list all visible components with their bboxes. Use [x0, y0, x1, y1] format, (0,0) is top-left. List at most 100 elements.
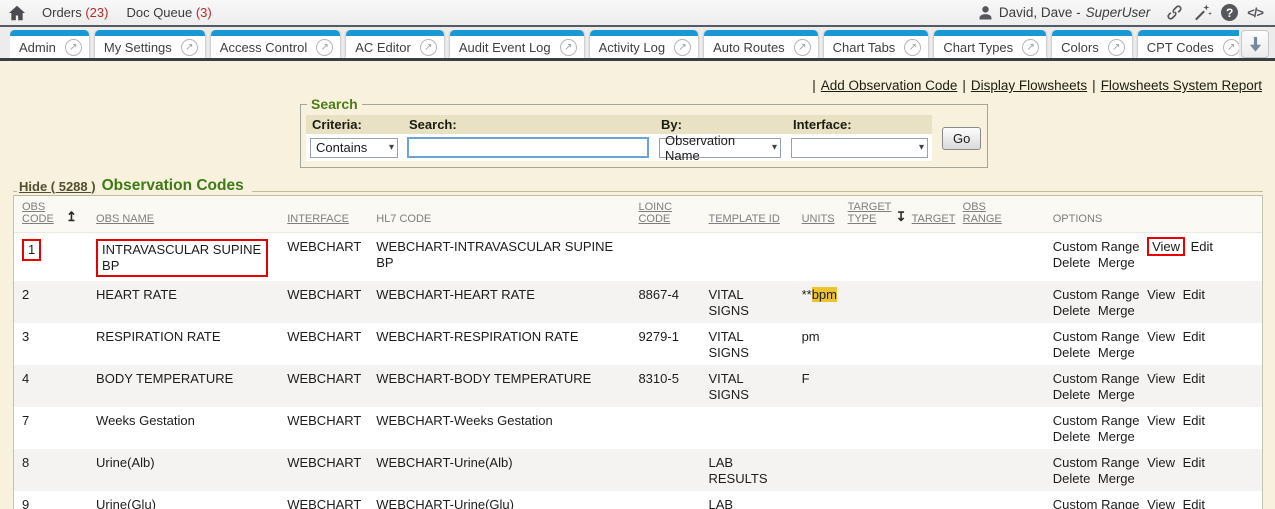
quick-link-add-observation-code[interactable]: Add Observation Code: [821, 78, 958, 93]
tab-label: Chart Tabs: [833, 40, 896, 55]
tab-label: CPT Codes: [1147, 40, 1214, 55]
option-edit[interactable]: Edit: [1183, 371, 1205, 386]
option-custom-range[interactable]: Custom Range: [1053, 329, 1140, 344]
cell-target: [904, 281, 955, 323]
option-view[interactable]: View: [1147, 455, 1175, 470]
open-in-new-window-icon[interactable]: ↗: [181, 39, 198, 56]
option-delete[interactable]: Delete: [1053, 255, 1091, 270]
open-in-new-window-icon[interactable]: ↗: [904, 39, 921, 56]
column-label-interface[interactable]: INTERFACE: [287, 213, 349, 225]
open-in-new-window-icon[interactable]: ↗: [560, 39, 577, 56]
tab-chart-tabs[interactable]: Chart Tabs ↗: [824, 30, 929, 58]
sort-ascending-icon[interactable]: ↥: [66, 209, 77, 224]
option-custom-range[interactable]: Custom Range: [1053, 239, 1140, 254]
option-custom-range[interactable]: Custom Range: [1053, 371, 1140, 386]
by-select[interactable]: Observation Name ▾: [659, 138, 781, 158]
cell-sort_desc: [888, 281, 904, 323]
options-links: Custom Range View Edit Delete Merge: [1053, 329, 1254, 361]
option-view[interactable]: View: [1147, 497, 1175, 509]
tab-auto-routes[interactable]: Auto Routes↗: [704, 30, 818, 58]
tab-colors[interactable]: Colors↗: [1052, 30, 1132, 58]
column-header-hl7_code: HL7 CODE: [368, 196, 630, 233]
sort-descending-icon[interactable]: ↧: [896, 209, 907, 224]
option-merge[interactable]: Merge: [1098, 429, 1135, 444]
help-icon[interactable]: ?: [1221, 4, 1238, 21]
cell-obs_name: INTRAVASCULAR SUPINE BP: [88, 233, 279, 282]
open-in-new-window-icon[interactable]: ↗: [1108, 39, 1125, 56]
column-label-target_type[interactable]: TARGET TYPE: [848, 201, 892, 225]
option-merge[interactable]: Merge: [1098, 471, 1135, 486]
criteria-select[interactable]: Contains ▾: [310, 138, 398, 158]
open-in-new-window-icon[interactable]: ↗: [316, 39, 333, 56]
hl7-code-text: WEBCHART-INTRAVASCULAR SUPINE BP: [376, 239, 618, 271]
option-view[interactable]: View: [1147, 371, 1175, 386]
column-label-obs_range[interactable]: OBS RANGE: [963, 201, 1007, 225]
wand-icon[interactable]: [1193, 3, 1212, 22]
topbar-nav-doc-queue[interactable]: Doc Queue (3): [126, 5, 211, 20]
column-label-obs_name[interactable]: OBS NAME: [96, 213, 154, 225]
option-merge[interactable]: Merge: [1098, 255, 1135, 270]
option-delete[interactable]: Delete: [1053, 387, 1091, 402]
option-view[interactable]: View: [1147, 237, 1185, 256]
option-custom-range[interactable]: Custom Range: [1053, 455, 1140, 470]
column-label-target[interactable]: TARGET: [912, 213, 956, 225]
column-label-template_id[interactable]: TEMPLATE ID: [709, 213, 780, 225]
go-button[interactable]: Go: [942, 127, 981, 150]
option-view[interactable]: View: [1147, 287, 1175, 302]
open-in-new-window-icon[interactable]: ↗: [420, 39, 437, 56]
option-delete[interactable]: Delete: [1053, 345, 1091, 360]
option-edit[interactable]: Edit: [1183, 455, 1205, 470]
option-edit[interactable]: Edit: [1183, 413, 1205, 428]
option-merge[interactable]: Merge: [1098, 387, 1135, 402]
hide-link[interactable]: Hide ( 5288 ): [19, 179, 96, 194]
template-id-text: VITAL SIGNS: [709, 371, 779, 403]
option-merge[interactable]: Merge: [1098, 303, 1135, 318]
open-in-new-window-icon[interactable]: ↗: [1223, 39, 1239, 56]
option-edit[interactable]: Edit: [1183, 287, 1205, 302]
code-icon[interactable]: </>: [1247, 5, 1263, 20]
option-custom-range[interactable]: Custom Range: [1053, 497, 1140, 509]
link-icon[interactable]: [1165, 3, 1184, 22]
option-delete[interactable]: Delete: [1053, 471, 1091, 486]
option-delete[interactable]: Delete: [1053, 429, 1091, 444]
option-custom-range[interactable]: Custom Range: [1053, 413, 1140, 428]
tab-admin[interactable]: Admin↗: [10, 30, 89, 58]
cell-sort_desc: [888, 407, 904, 449]
tab-ac-editor[interactable]: AC Editor↗: [346, 30, 444, 58]
option-edit[interactable]: Edit: [1183, 497, 1205, 509]
option-custom-range[interactable]: Custom Range: [1053, 287, 1140, 302]
option-view[interactable]: View: [1147, 413, 1175, 428]
interface-select[interactable]: ▾: [791, 138, 928, 158]
tab-scroll-button[interactable]: [1241, 30, 1269, 58]
option-delete[interactable]: Delete: [1053, 303, 1091, 318]
quick-link-flowsheets-system-report[interactable]: Flowsheets System Report: [1101, 78, 1262, 93]
open-in-new-window-icon[interactable]: ↗: [1022, 39, 1039, 56]
tab-activity-log[interactable]: Activity Log↗: [590, 30, 698, 58]
option-edit[interactable]: Edit: [1183, 329, 1205, 344]
cell-template_id: VITAL SIGNS: [701, 281, 794, 323]
home-button[interactable]: [8, 5, 26, 21]
tab-access-control[interactable]: Access Control↗: [211, 30, 340, 58]
open-in-new-window-icon[interactable]: ↗: [65, 39, 82, 56]
option-edit[interactable]: Edit: [1191, 239, 1213, 254]
option-merge[interactable]: Merge: [1098, 345, 1135, 360]
open-in-new-window-icon[interactable]: ↗: [674, 39, 691, 56]
tab-cpt-codes[interactable]: CPT Codes ↗: [1138, 30, 1239, 58]
open-in-new-window-icon[interactable]: ↗: [794, 39, 811, 56]
column-label-obs_code[interactable]: OBS CODE: [22, 201, 54, 225]
topbar-nav-orders[interactable]: Orders (23): [42, 5, 108, 20]
column-label-units[interactable]: UNITS: [802, 213, 835, 225]
option-view[interactable]: View: [1147, 329, 1175, 344]
column-label-loinc_code[interactable]: LOINC CODE: [638, 201, 672, 225]
cell-target: [904, 491, 955, 509]
tab-bar: Admin↗My Settings↗Access Control↗AC Edit…: [0, 27, 1275, 61]
codes-panel-header: Hide ( 5288 ) Observation Codes: [13, 177, 1263, 195]
options-links: Custom Range View Edit Delete Merge: [1053, 371, 1254, 403]
search-input[interactable]: [407, 137, 649, 158]
tab-my-settings[interactable]: My Settings↗: [95, 30, 205, 58]
quick-link-display-flowsheets[interactable]: Display Flowsheets: [971, 78, 1087, 93]
tab-chart-types[interactable]: Chart Types ↗: [934, 30, 1046, 58]
tab-audit-event-log[interactable]: Audit Event Log↗: [450, 30, 584, 58]
tab-label: Chart Types: [943, 40, 1013, 55]
cell-obs_range: [955, 233, 1045, 282]
